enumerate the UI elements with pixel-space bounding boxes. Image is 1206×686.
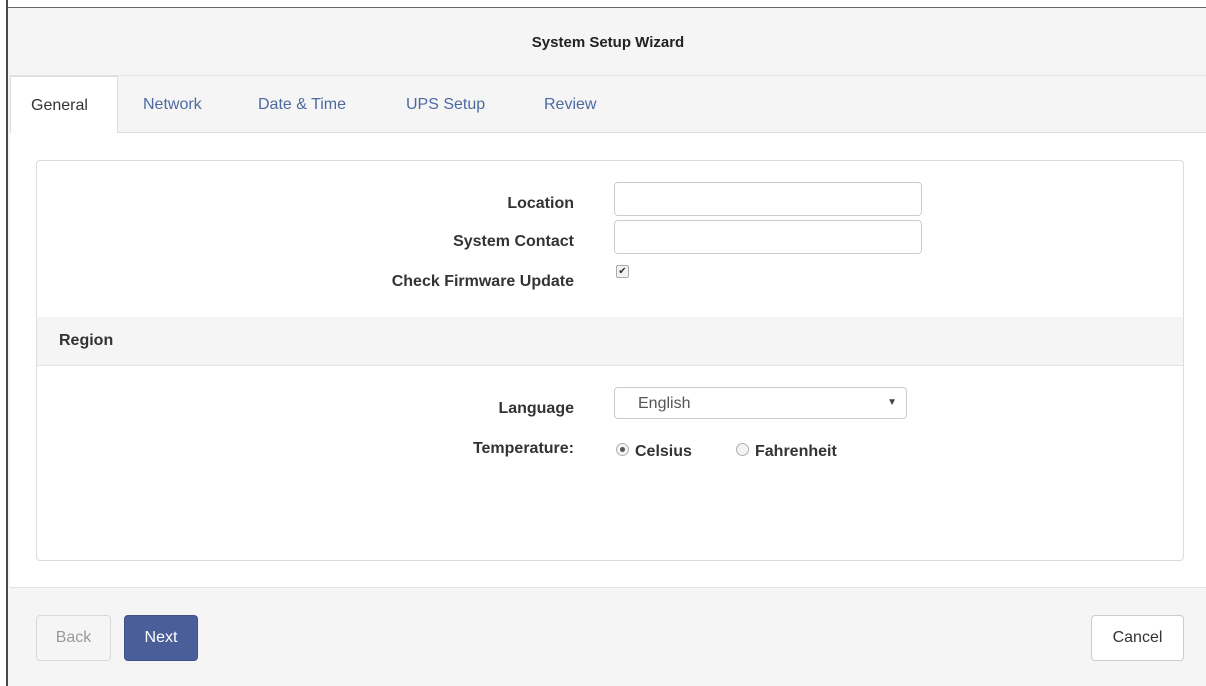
chevron-down-icon: ▼ bbox=[887, 397, 897, 408]
region-heading: Region bbox=[59, 332, 114, 349]
next-button[interactable]: Next bbox=[124, 615, 198, 661]
check-firmware-label: Check Firmware Update bbox=[391, 273, 574, 290]
system-contact-label: System Contact bbox=[453, 233, 574, 250]
language-selected-value: English bbox=[638, 395, 691, 412]
wizard-tabs: General Network Date & Time UPS Setup Re… bbox=[10, 76, 1206, 134]
location-label: Location bbox=[507, 195, 574, 212]
celsius-label[interactable]: Celsius bbox=[635, 443, 692, 461]
language-select[interactable]: English ▼ bbox=[614, 387, 907, 419]
celsius-radio[interactable] bbox=[616, 443, 629, 456]
fahrenheit-label[interactable]: Fahrenheit bbox=[755, 443, 837, 461]
tab-ups-setup[interactable]: UPS Setup bbox=[406, 76, 485, 133]
wizard-title-bar: System Setup Wizard bbox=[10, 9, 1206, 76]
location-input[interactable] bbox=[614, 182, 922, 216]
cancel-button[interactable]: Cancel bbox=[1091, 615, 1184, 661]
checkmark-icon: ✔ bbox=[618, 266, 627, 277]
back-button[interactable]: Back bbox=[36, 615, 111, 661]
tab-network[interactable]: Network bbox=[143, 76, 202, 133]
system-contact-input[interactable] bbox=[614, 220, 922, 254]
region-section-header: Region bbox=[37, 317, 1183, 366]
window-top-border bbox=[0, 0, 1206, 8]
window-left-border bbox=[0, 0, 8, 686]
tab-general[interactable]: General bbox=[10, 76, 118, 134]
language-label: Language bbox=[498, 400, 574, 417]
tab-date-time[interactable]: Date & Time bbox=[258, 76, 346, 133]
temperature-label: Temperature: bbox=[472, 440, 574, 457]
wizard-title: System Setup Wizard bbox=[531, 33, 685, 51]
check-firmware-checkbox[interactable]: ✔ bbox=[616, 265, 629, 278]
fahrenheit-radio[interactable] bbox=[736, 443, 749, 456]
general-settings-panel: Location System Contact Check Firmware U… bbox=[36, 160, 1184, 561]
tab-review[interactable]: Review bbox=[544, 76, 596, 133]
